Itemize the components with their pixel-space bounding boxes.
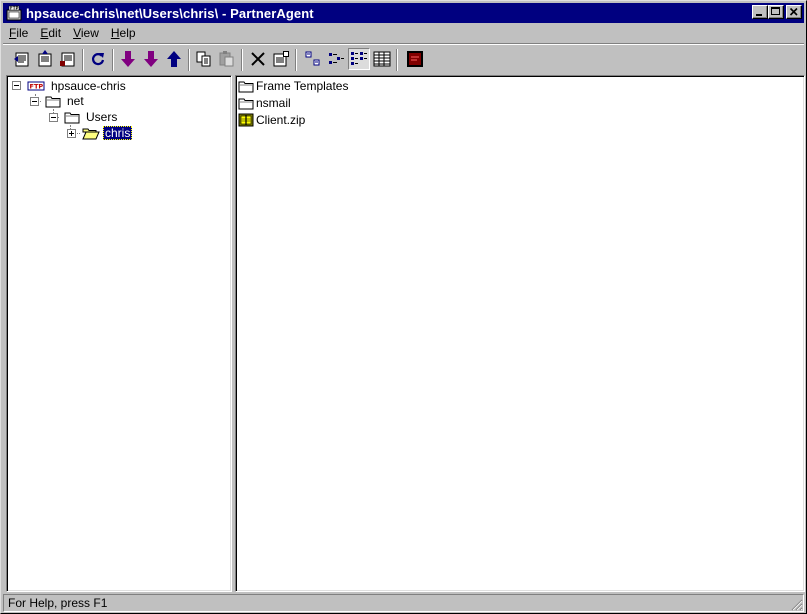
tree-expander-users[interactable] [49,113,58,122]
toolbar-separator [82,49,84,71]
details-icon [373,51,391,67]
title-bar[interactable]: FTP hpsauce-chris\net\Users\chris\ - Par… [3,3,804,23]
window-title: hpsauce-chris\net\Users\chris\ - Partner… [26,5,314,21]
download-button[interactable] [117,48,139,70]
close-icon [789,7,798,16]
minimize-button[interactable] [752,5,768,19]
toolbar-separator [396,49,398,71]
file-properties-icon [273,51,289,67]
menu-file[interactable]: File [3,24,34,43]
terminal-icon [407,51,423,67]
toolbar-separator [112,49,114,71]
list-item-label: Frame Templates [256,79,349,93]
delete-icon [251,52,265,66]
app-icon: FTP [6,6,22,21]
main-window: FTP hpsauce-chris\net\Users\chris\ - Par… [0,0,807,614]
tree-item-chris[interactable]: chris [82,125,133,141]
refresh-button[interactable] [87,48,109,70]
copy-button[interactable] [193,48,215,70]
tree-expander-hpsauce-chris[interactable] [12,81,21,90]
up-arrow-icon [167,51,181,67]
paste-icon [219,51,234,67]
list-item-label: nsmail [256,96,291,110]
details-view-button[interactable] [371,48,393,70]
paste-button[interactable] [216,48,238,70]
svg-text:FTP: FTP [30,83,44,91]
tree-item-hpsauce-chris[interactable]: FTP hpsauce-chris [27,78,128,94]
properties-button[interactable] [57,48,79,70]
small-icons-view-button[interactable] [325,48,347,70]
tree-label: chris [103,126,133,140]
upload-button[interactable] [163,48,185,70]
list-view-button[interactable] [348,48,370,70]
down-arrow-icon [121,51,135,67]
folder-tree[interactable]: FTP hpsauce-chris net Users chris [6,75,232,592]
toolbar [9,48,804,72]
folder-icon [238,81,254,93]
download-all-button[interactable] [140,48,162,70]
toolbar-separator [295,49,297,71]
refresh-icon [91,53,105,66]
list-item[interactable]: Client.zip [238,112,305,128]
tree-expander-net[interactable] [30,97,39,106]
tree-expander-chris[interactable] [67,129,76,138]
delete-button[interactable] [247,48,269,70]
disconnect-button[interactable] [34,48,56,70]
connect-button[interactable] [11,48,33,70]
maximize-icon [771,7,780,15]
tree-item-net[interactable]: net [45,93,86,109]
folder-icon [45,96,61,108]
menu-help[interactable]: Help [105,24,142,43]
list-item[interactable]: Frame Templates [238,78,348,94]
list-item-label: Client.zip [256,113,306,127]
status-bar: For Help, press F1 [3,593,804,612]
tree-label: hpsauce-chris [51,79,126,93]
menu-edit[interactable]: Edit [34,24,67,43]
zip-file-icon [238,113,254,127]
connect-icon [14,52,29,67]
menu-toolbar-divider [3,43,804,45]
properties-icon [60,52,75,67]
large-icons-icon [305,51,320,66]
tree-item-users[interactable]: Users [64,109,119,125]
menu-bar: File Edit View Help [3,24,804,43]
toolbar-separator [241,49,243,71]
file-properties-button[interactable] [270,48,292,70]
disconnect-icon [38,50,52,67]
ftp-server-icon: FTP [27,81,45,91]
list-icon [351,52,367,65]
large-icons-view-button[interactable] [302,48,324,70]
toolbar-separator [188,49,190,71]
folder-icon [238,98,254,110]
menu-view[interactable]: View [67,24,105,43]
list-item[interactable]: nsmail [238,95,291,111]
file-list[interactable]: Frame Templates nsmail Client.zip [235,75,805,592]
terminal-button[interactable] [404,48,426,70]
resize-grip-icon[interactable] [790,598,803,611]
status-text: For Help, press F1 [3,593,804,612]
down-arrow-icon [144,51,158,67]
tree-label: Users [86,110,118,124]
svg-text:FTP: FTP [10,6,18,11]
tree-label: net [67,94,84,108]
copy-icon [196,51,211,67]
small-icons-icon [329,53,344,64]
close-button[interactable] [786,5,802,19]
folder-icon [64,112,80,124]
minimize-icon [756,14,762,16]
maximize-button[interactable] [768,5,784,19]
open-folder-icon [82,128,100,140]
